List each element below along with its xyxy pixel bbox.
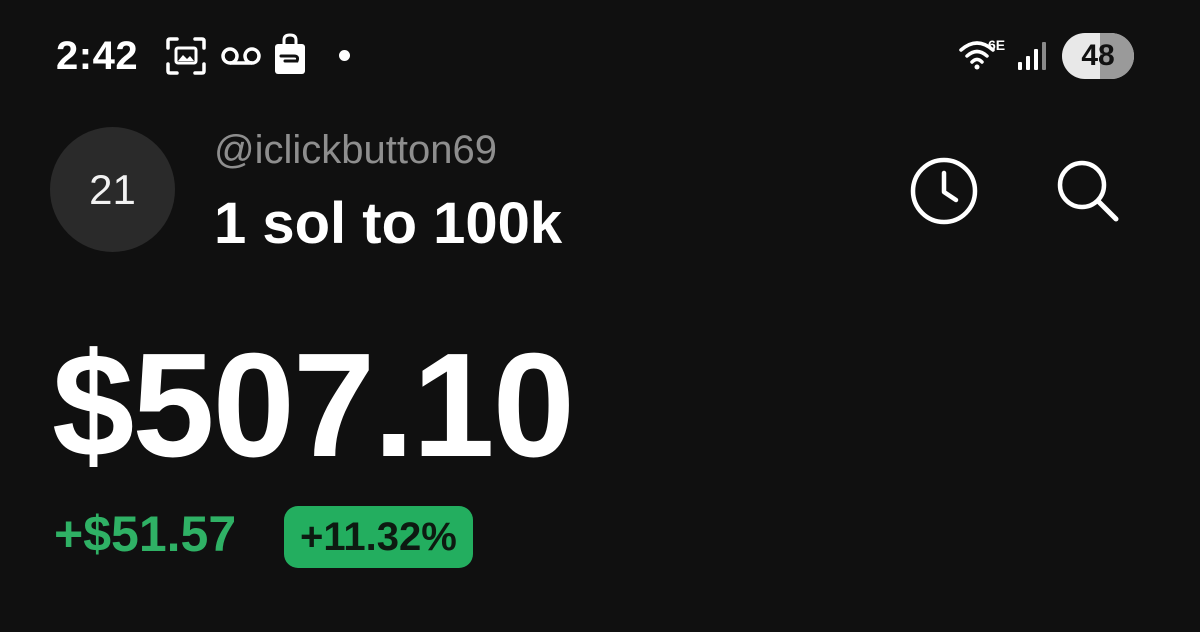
search-button[interactable] [1052,155,1124,227]
signal-icon [1018,42,1046,70]
voicemail-icon [221,47,261,65]
username: @iclickbutton69 [214,128,497,172]
search-icon [1057,160,1119,222]
battery-level: 48 [1081,39,1115,72]
battery-icon: 48 [1062,33,1134,79]
avatar-text: 21 [89,166,136,213]
history-icon [910,157,978,225]
shopping-bag-icon [275,33,305,74]
avatar[interactable]: 21 [50,127,175,252]
notification-dot [339,50,350,61]
screenshot-icon [166,37,206,75]
change-amount: +$51.57 [54,506,237,562]
network-type-label: 6E [988,37,1005,53]
status-bar: 2:42 6E 48 [0,0,1200,110]
history-button[interactable] [908,155,980,227]
portfolio-name: 1 sol to 100k [214,191,563,256]
wifi-icon: 6E [959,37,1005,70]
change-percent-badge: +11.32% [284,506,473,568]
portfolio-balance: $507.10 [52,323,575,488]
status-time: 2:42 [56,34,139,78]
